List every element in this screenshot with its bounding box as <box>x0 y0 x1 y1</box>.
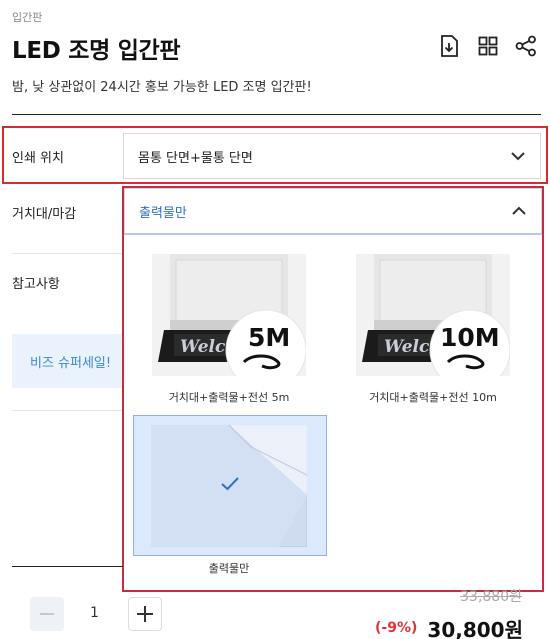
plus-icon <box>137 606 153 622</box>
product-subtitle: 밤, 낮 상관없이 24시간 홍보 가능한 LED 조명 입간판! <box>12 80 312 95</box>
biz-super-sale-banner[interactable]: 비즈 슈퍼세일! <box>12 334 123 388</box>
share-icon[interactable] <box>514 34 538 58</box>
chevron-down-icon <box>510 148 526 168</box>
page-title: LED 조명 입간판 <box>12 38 181 64</box>
stand-label: 거치대/마감 <box>12 207 77 222</box>
print-position-select[interactable]: 몸통 단면+물통 단면 <box>123 133 541 179</box>
stand-5m-image-text: Welc <box>180 337 226 357</box>
discount-rate: (-9%) <box>375 620 418 636</box>
stand-option-print-only-label: 출력물만 <box>208 562 250 575</box>
print-position-label: 인쇄 위치 <box>12 151 64 166</box>
chevron-up-icon <box>511 203 527 223</box>
quantity-value[interactable]: 1 <box>90 605 99 621</box>
stand-option-10m-label: 거치대+출력물+전선 10m <box>369 391 497 404</box>
stand-5m-badge: 5M <box>248 323 290 352</box>
stand-option-5m-label: 거치대+출력물+전선 5m <box>168 391 290 404</box>
divider <box>12 114 541 115</box>
quantity-plus-button[interactable] <box>128 597 162 631</box>
breadcrumb[interactable]: 입간판 <box>12 9 42 25</box>
final-price: 30,800원 <box>427 618 523 639</box>
check-icon <box>220 476 240 496</box>
stand-10m-image-text: Welc <box>384 337 430 357</box>
grid-icon[interactable] <box>476 34 500 58</box>
minus-icon <box>40 613 54 615</box>
notes-label: 참고사항 <box>12 277 60 292</box>
divider <box>12 566 123 567</box>
download-icon[interactable] <box>437 34 461 58</box>
banner-text: 비즈 슈퍼세일! <box>30 355 112 371</box>
stand-10m-image: Welc 10M <box>356 254 510 376</box>
divider <box>12 410 123 411</box>
original-price: 33,880원 <box>460 589 522 605</box>
print-position-value: 몸통 단면+물통 단면 <box>138 150 253 166</box>
divider <box>12 253 123 254</box>
stand-5m-image: Welc 5M <box>152 254 306 376</box>
quantity-minus-button[interactable] <box>30 597 64 631</box>
stand-10m-badge: 10M <box>440 323 500 352</box>
stand-value: 출력물만 <box>139 205 187 221</box>
stand-select[interactable]: 출력물만 <box>124 188 542 235</box>
